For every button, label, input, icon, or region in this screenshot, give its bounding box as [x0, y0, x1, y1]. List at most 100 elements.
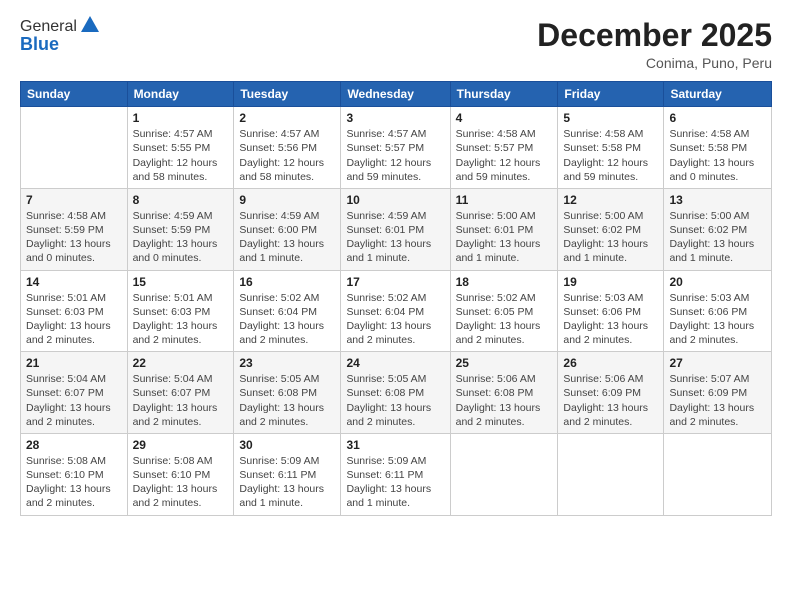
calendar-cell: 1Sunrise: 4:57 AMSunset: 5:55 PMDaylight… — [127, 107, 234, 189]
day-info: Sunrise: 5:09 AMSunset: 6:11 PMDaylight:… — [239, 454, 335, 511]
page: General Blue December 2025 Conima, Puno,… — [0, 0, 792, 612]
day-info: Sunrise: 4:57 AMSunset: 5:57 PMDaylight:… — [346, 127, 444, 184]
day-number: 10 — [346, 193, 444, 207]
day-info: Sunrise: 4:58 AMSunset: 5:59 PMDaylight:… — [26, 209, 122, 266]
day-info: Sunrise: 4:59 AMSunset: 6:01 PMDaylight:… — [346, 209, 444, 266]
day-number: 16 — [239, 275, 335, 289]
day-info: Sunrise: 5:05 AMSunset: 6:08 PMDaylight:… — [346, 372, 444, 429]
calendar-header-friday: Friday — [558, 82, 664, 107]
day-number: 31 — [346, 438, 444, 452]
calendar-header-thursday: Thursday — [450, 82, 558, 107]
day-info: Sunrise: 5:02 AMSunset: 6:04 PMDaylight:… — [346, 291, 444, 348]
calendar-cell — [21, 107, 128, 189]
day-info: Sunrise: 5:08 AMSunset: 6:10 PMDaylight:… — [133, 454, 229, 511]
day-number: 19 — [563, 275, 658, 289]
calendar-cell — [664, 433, 772, 515]
day-number: 9 — [239, 193, 335, 207]
calendar-header-row: SundayMondayTuesdayWednesdayThursdayFrid… — [21, 82, 772, 107]
day-info: Sunrise: 5:03 AMSunset: 6:06 PMDaylight:… — [563, 291, 658, 348]
day-number: 29 — [133, 438, 229, 452]
day-number: 1 — [133, 111, 229, 125]
calendar-cell: 28 Sunrise: 5:08 AMSunset: 6:10 PMDayligh… — [21, 433, 128, 515]
day-number: 23 — [239, 356, 335, 370]
day-number: 3 — [346, 111, 444, 125]
calendar-cell: 13Sunrise: 5:00 AMSunset: 6:02 PMDayligh… — [664, 188, 772, 270]
calendar-header-monday: Monday — [127, 82, 234, 107]
day-number: 15 — [133, 275, 229, 289]
calendar-header-sunday: Sunday — [21, 82, 128, 107]
calendar-week-5: 28 Sunrise: 5:08 AMSunset: 6:10 PMDayligh… — [21, 433, 772, 515]
calendar-header-tuesday: Tuesday — [234, 82, 341, 107]
day-info: Sunrise: 4:58 AMSunset: 5:58 PMDaylight:… — [563, 127, 658, 184]
day-number: 6 — [669, 111, 766, 125]
calendar-cell: 2Sunrise: 4:57 AMSunset: 5:56 PMDaylight… — [234, 107, 341, 189]
calendar-cell: 18Sunrise: 5:02 AMSunset: 6:05 PMDayligh… — [450, 270, 558, 352]
logo: General Blue — [20, 18, 101, 55]
day-number: 5 — [563, 111, 658, 125]
day-number: 21 — [26, 356, 122, 370]
calendar-cell: 30 Sunrise: 5:09 AMSunset: 6:11 PMDayligh… — [234, 433, 341, 515]
day-info: Sunrise: 5:06 AMSunset: 6:09 PMDaylight:… — [563, 372, 658, 429]
day-info: Sunrise: 5:02 AMSunset: 6:04 PMDaylight:… — [239, 291, 335, 348]
calendar-header-wednesday: Wednesday — [341, 82, 450, 107]
calendar-week-2: 7 Sunrise: 4:58 AMSunset: 5:59 PMDaylight… — [21, 188, 772, 270]
day-number: 17 — [346, 275, 444, 289]
calendar-cell: 24 Sunrise: 5:05 AMSunset: 6:08 PMDayligh… — [341, 352, 450, 434]
day-info: Sunrise: 5:07 AMSunset: 6:09 PMDaylight:… — [669, 372, 766, 429]
calendar-cell: 8 Sunrise: 4:59 AMSunset: 5:59 PMDaylight… — [127, 188, 234, 270]
calendar-cell: 26 Sunrise: 5:06 AMSunset: 6:09 PMDayligh… — [558, 352, 664, 434]
day-number: 28 — [26, 438, 122, 452]
calendar-cell: 27Sunrise: 5:07 AMSunset: 6:09 PMDayligh… — [664, 352, 772, 434]
day-info: Sunrise: 5:02 AMSunset: 6:05 PMDaylight:… — [456, 291, 553, 348]
day-number: 12 — [563, 193, 658, 207]
calendar-cell: 7 Sunrise: 4:58 AMSunset: 5:59 PMDaylight… — [21, 188, 128, 270]
day-info: Sunrise: 5:04 AMSunset: 6:07 PMDaylight:… — [26, 372, 122, 429]
day-info: Sunrise: 4:59 AMSunset: 6:00 PMDaylight:… — [239, 209, 335, 266]
calendar-cell: 17 Sunrise: 5:02 AMSunset: 6:04 PMDayligh… — [341, 270, 450, 352]
calendar-cell: 3 Sunrise: 4:57 AMSunset: 5:57 PMDaylight… — [341, 107, 450, 189]
calendar-cell: 29 Sunrise: 5:08 AMSunset: 6:10 PMDayligh… — [127, 433, 234, 515]
logo-icon — [79, 14, 101, 36]
day-info: Sunrise: 5:04 AMSunset: 6:07 PMDaylight:… — [133, 372, 229, 429]
day-number: 22 — [133, 356, 229, 370]
day-number: 8 — [133, 193, 229, 207]
day-info: Sunrise: 5:08 AMSunset: 6:10 PMDaylight:… — [26, 454, 122, 511]
calendar-week-4: 21 Sunrise: 5:04 AMSunset: 6:07 PMDayligh… — [21, 352, 772, 434]
day-number: 24 — [346, 356, 444, 370]
day-info: Sunrise: 5:06 AMSunset: 6:08 PMDaylight:… — [456, 372, 553, 429]
calendar-cell: 11 Sunrise: 5:00 AMSunset: 6:01 PMDayligh… — [450, 188, 558, 270]
calendar-cell: 21 Sunrise: 5:04 AMSunset: 6:07 PMDayligh… — [21, 352, 128, 434]
calendar-cell: 22 Sunrise: 5:04 AMSunset: 6:07 PMDayligh… — [127, 352, 234, 434]
day-number: 26 — [563, 356, 658, 370]
day-info: Sunrise: 5:00 AMSunset: 6:01 PMDaylight:… — [456, 209, 553, 266]
calendar-cell: 31Sunrise: 5:09 AMSunset: 6:11 PMDayligh… — [341, 433, 450, 515]
header: General Blue December 2025 Conima, Puno,… — [20, 18, 772, 71]
calendar-header-saturday: Saturday — [664, 82, 772, 107]
day-info: Sunrise: 5:00 AMSunset: 6:02 PMDaylight:… — [563, 209, 658, 266]
day-info: Sunrise: 4:57 AMSunset: 5:56 PMDaylight:… — [239, 127, 335, 184]
calendar-cell: 12 Sunrise: 5:00 AMSunset: 6:02 PMDayligh… — [558, 188, 664, 270]
calendar-cell: 23 Sunrise: 5:05 AMSunset: 6:08 PMDayligh… — [234, 352, 341, 434]
day-info: Sunrise: 4:59 AMSunset: 5:59 PMDaylight:… — [133, 209, 229, 266]
calendar-cell: 15Sunrise: 5:01 AMSunset: 6:03 PMDayligh… — [127, 270, 234, 352]
day-number: 4 — [456, 111, 553, 125]
day-number: 30 — [239, 438, 335, 452]
location: Conima, Puno, Peru — [537, 55, 772, 71]
day-info: Sunrise: 5:03 AMSunset: 6:06 PMDaylight:… — [669, 291, 766, 348]
calendar-cell: 14 Sunrise: 5:01 AMSunset: 6:03 PMDayligh… — [21, 270, 128, 352]
calendar-cell: 6Sunrise: 4:58 AMSunset: 5:58 PMDaylight… — [664, 107, 772, 189]
calendar-table: SundayMondayTuesdayWednesdayThursdayFrid… — [20, 81, 772, 515]
day-info: Sunrise: 4:58 AMSunset: 5:57 PMDaylight:… — [456, 127, 553, 184]
calendar-cell: 16 Sunrise: 5:02 AMSunset: 6:04 PMDayligh… — [234, 270, 341, 352]
day-number: 20 — [669, 275, 766, 289]
calendar-cell: 10 Sunrise: 4:59 AMSunset: 6:01 PMDayligh… — [341, 188, 450, 270]
day-info: Sunrise: 5:00 AMSunset: 6:02 PMDaylight:… — [669, 209, 766, 266]
calendar-cell — [450, 433, 558, 515]
day-number: 7 — [26, 193, 122, 207]
day-info: Sunrise: 5:05 AMSunset: 6:08 PMDaylight:… — [239, 372, 335, 429]
calendar-cell: 9 Sunrise: 4:59 AMSunset: 6:00 PMDaylight… — [234, 188, 341, 270]
calendar-week-3: 14 Sunrise: 5:01 AMSunset: 6:03 PMDayligh… — [21, 270, 772, 352]
day-number: 11 — [456, 193, 553, 207]
day-info: Sunrise: 5:01 AMSunset: 6:03 PMDaylight:… — [26, 291, 122, 348]
day-number: 14 — [26, 275, 122, 289]
